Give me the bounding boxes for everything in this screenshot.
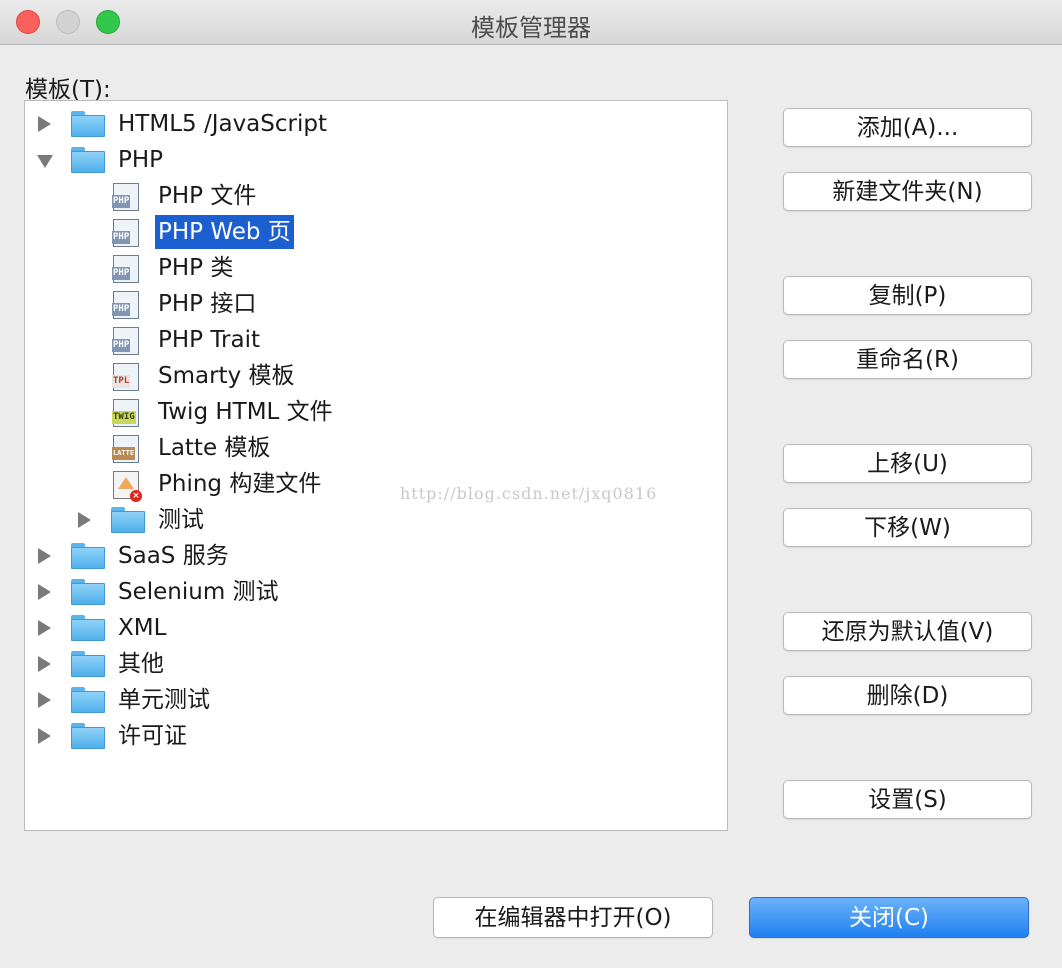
open-in-editor-button[interactable]: 在编辑器中打开(O) [433, 897, 713, 938]
tree-item-label: 其他 [118, 651, 164, 677]
folder-icon [111, 507, 145, 533]
add-button[interactable]: 添加(A)... [783, 108, 1032, 147]
template-tree[interactable]: HTML5 /JavaScript PHP PHP PHP 文件 PHP PHP… [24, 100, 728, 831]
tree-item-xml[interactable]: XML [25, 611, 725, 645]
tree-item-smarty-template[interactable]: TPL Smarty 模板 [25, 359, 725, 393]
tree-item-php-class[interactable]: PHP PHP 类 [25, 251, 725, 285]
tree-item-label: PHP 文件 [158, 183, 257, 209]
title-bar: 模板管理器 [0, 0, 1062, 45]
tree-item-label: Selenium 测试 [118, 579, 279, 605]
copy-button[interactable]: 复制(P) [783, 276, 1032, 315]
folder-icon [71, 579, 105, 605]
tree-item-label: 单元测试 [118, 687, 210, 713]
php-file-icon: PHP [112, 291, 139, 319]
tree-item-selenium-tests[interactable]: Selenium 测试 [25, 575, 725, 609]
tree-item-php[interactable]: PHP [25, 143, 725, 177]
php-file-icon: PHP [112, 255, 139, 283]
settings-button[interactable]: 设置(S) [783, 780, 1032, 819]
expand-arrow-icon[interactable] [38, 692, 51, 708]
expand-arrow-icon[interactable] [38, 548, 51, 564]
tree-item-unit-tests[interactable]: 单元测试 [25, 683, 725, 717]
expand-arrow-icon[interactable] [38, 116, 51, 132]
tree-item-php-file[interactable]: PHP PHP 文件 [25, 179, 725, 213]
tree-item-label: PHP Trait [158, 327, 260, 353]
phing-build-file-icon: × [113, 471, 142, 502]
folder-icon [71, 651, 105, 677]
rename-button[interactable]: 重命名(R) [783, 340, 1032, 379]
tree-item-label: Phing 构建文件 [158, 471, 322, 497]
expand-arrow-icon[interactable] [78, 512, 91, 528]
folder-icon [71, 687, 105, 713]
move-down-button[interactable]: 下移(W) [783, 508, 1032, 547]
move-up-button[interactable]: 上移(U) [783, 444, 1032, 483]
tree-item-label: SaaS 服务 [118, 543, 229, 569]
delete-button[interactable]: 删除(D) [783, 676, 1032, 715]
tree-item-label: PHP 接口 [158, 291, 257, 317]
tree-item-twig-html-file[interactable]: TWIG Twig HTML 文件 [25, 395, 725, 429]
tree-item-label: 许可证 [118, 723, 187, 749]
expand-arrow-icon[interactable] [38, 584, 51, 600]
templates-label: 模板(T): [25, 77, 111, 103]
tree-item-latte-template[interactable]: LATTE Latte 模板 [25, 431, 725, 465]
tree-item-label: 测试 [158, 507, 204, 533]
tree-item-php-web-page[interactable]: PHP PHP Web 页 [25, 215, 725, 249]
restore-default-button[interactable]: 还原为默认值(V) [783, 612, 1032, 651]
tree-item-label: HTML5 /JavaScript [118, 111, 327, 137]
expand-arrow-icon[interactable] [38, 656, 51, 672]
tree-item-label: XML [118, 615, 167, 641]
php-file-icon: PHP [112, 183, 139, 211]
folder-icon [71, 615, 105, 641]
tree-item-label: Latte 模板 [158, 435, 271, 461]
tree-item-label: Twig HTML 文件 [158, 399, 333, 425]
close-button[interactable]: 关闭(C) [749, 897, 1029, 938]
collapse-arrow-icon[interactable] [37, 155, 53, 168]
window-title: 模板管理器 [471, 14, 591, 42]
twig-file-icon: TWIG [112, 399, 139, 427]
tree-item-php-trait[interactable]: PHP PHP Trait [25, 323, 725, 357]
php-file-icon: PHP [112, 219, 139, 247]
tree-item-php-tests[interactable]: 测试 [25, 503, 725, 537]
php-file-icon: PHP [112, 327, 139, 355]
tree-item-label: Smarty 模板 [158, 363, 295, 389]
tree-item-label-selected: PHP Web 页 [155, 215, 294, 249]
tree-item-licenses[interactable]: 许可证 [25, 719, 725, 753]
tree-item-label: PHP [118, 147, 164, 173]
expand-arrow-icon[interactable] [38, 620, 51, 636]
folder-icon [71, 723, 105, 749]
smarty-tpl-file-icon: TPL [112, 363, 139, 391]
tree-item-html5-javascript[interactable]: HTML5 /JavaScript [25, 107, 725, 141]
folder-icon [71, 543, 105, 569]
tree-item-saas-services[interactable]: SaaS 服务 [25, 539, 725, 573]
latte-file-icon: LATTE [112, 435, 139, 463]
new-folder-button[interactable]: 新建文件夹(N) [783, 172, 1032, 211]
tree-item-label: PHP 类 [158, 255, 234, 281]
tree-item-php-interface[interactable]: PHP PHP 接口 [25, 287, 725, 321]
watermark: http://blog.csdn.net/jxq0816 [400, 484, 658, 503]
folder-icon [71, 147, 105, 173]
tree-item-other[interactable]: 其他 [25, 647, 725, 681]
folder-icon [71, 111, 105, 137]
expand-arrow-icon[interactable] [38, 728, 51, 744]
